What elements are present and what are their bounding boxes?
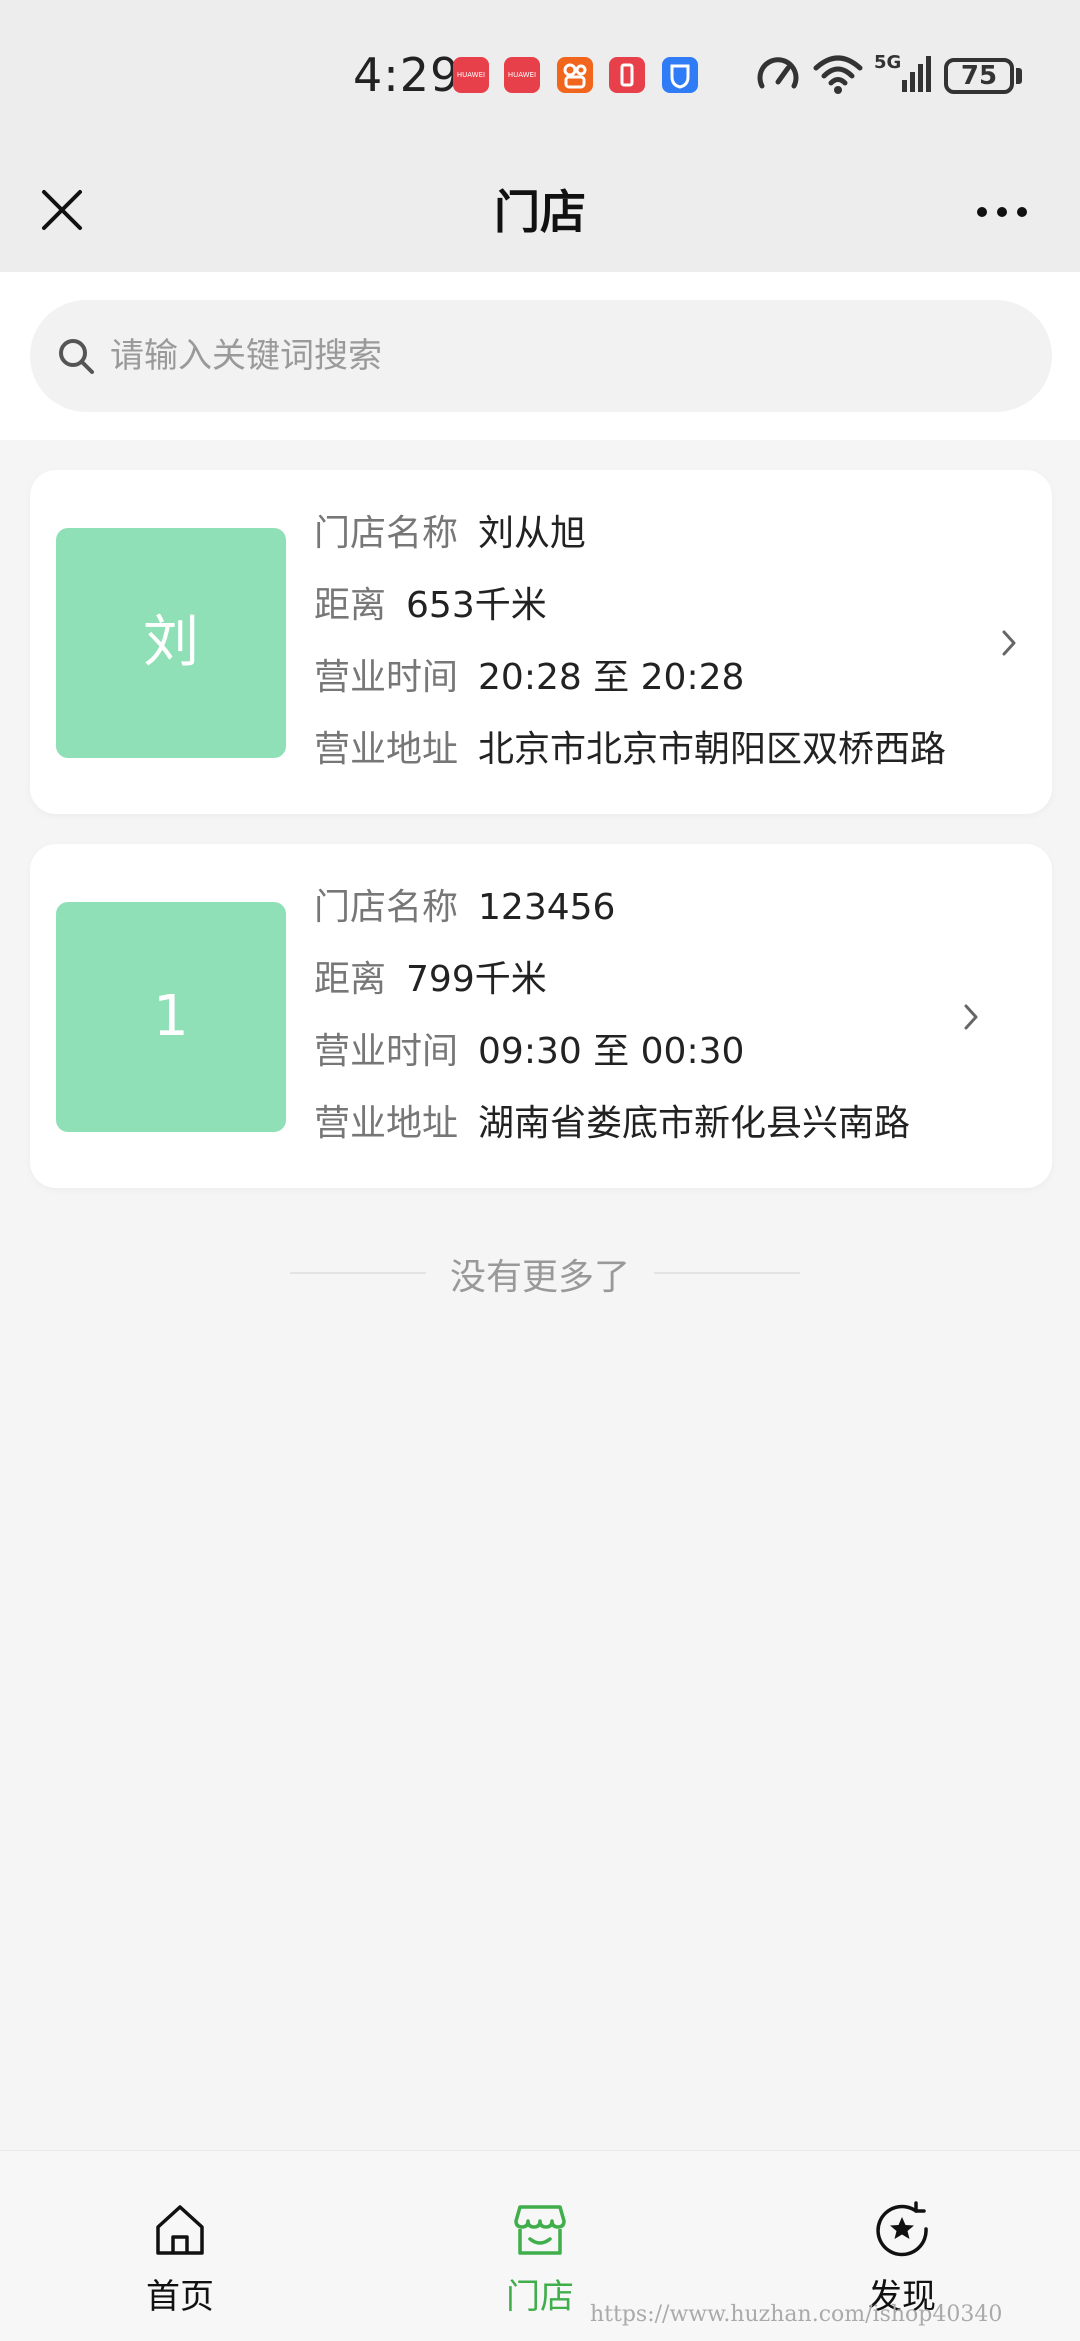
tab-home-label: 首页 — [146, 2277, 214, 2317]
watermark: https://www.huzhan.com/ishop40340 — [590, 2302, 1003, 2327]
store-hours-label: 营业时间 — [314, 657, 459, 698]
store-card[interactable]: 1 门店名称 123456 距离 799千米 营业时间 09:30 至 00:30 营… — [30, 844, 1052, 1188]
store-name-row: 门店名称 123456 — [314, 880, 1014, 952]
store-distance-label: 距离 — [314, 585, 387, 626]
shield-app-icon — [662, 57, 698, 93]
store-hours: 09:30 至 00:30 — [478, 1031, 745, 1072]
store-name: 刘从旭 — [478, 513, 587, 554]
speed-icon — [757, 57, 799, 89]
store-name: 123456 — [478, 887, 616, 928]
no-more-text: 没有更多了 — [449, 1257, 630, 1298]
store-name-label: 门店名称 — [314, 887, 459, 928]
status-bar: 4:29 HUAWEI HUAWEI 5G 75 — [0, 0, 1080, 150]
store-card[interactable]: 刘 门店名称 刘从旭 距离 653千米 营业时间 20:28 至 20:28 营业地址… — [30, 470, 1052, 814]
store-icon — [514, 2205, 566, 2255]
wifi-icon — [813, 55, 863, 94]
signal-icon — [902, 56, 931, 92]
discover-icon — [876, 2201, 928, 2257]
search-input[interactable] — [110, 300, 1010, 412]
store-address-label: 营业地址 — [314, 729, 459, 770]
nav-bar: 门店 — [0, 150, 1080, 272]
huawei-app-icon: HUAWEI — [453, 57, 489, 93]
no-more-divider: 没有更多了 — [0, 1240, 1080, 1300]
search-box[interactable] — [30, 300, 1052, 412]
status-time: 4:29 — [353, 48, 461, 102]
store-hours-row: 营业时间 09:30 至 00:30 — [314, 1024, 1014, 1096]
battery-tip — [1016, 68, 1022, 84]
divider-line-right — [654, 1272, 800, 1274]
chevron-right-icon — [964, 1004, 978, 1030]
more-icon[interactable] — [970, 180, 1034, 244]
page-title: 门店 — [494, 185, 586, 239]
store-address: 北京市北京市朝阳区双桥西路 — [478, 729, 947, 770]
store-distance-row: 距离 653千米 — [314, 578, 1014, 650]
store-info: 门店名称 123456 距离 799千米 营业时间 09:30 至 00:30 营业地… — [314, 880, 1014, 1168]
search-section — [0, 272, 1080, 440]
store-address: 湖南省娄底市新化县兴南路 — [478, 1103, 911, 1144]
battery-app-icon — [609, 57, 645, 93]
home-icon — [156, 2205, 204, 2255]
search-icon — [59, 339, 94, 374]
store-hours-label: 营业时间 — [314, 1031, 459, 1072]
tab-home[interactable]: 首页 — [80, 2151, 280, 2341]
huawei-app-icon-2: HUAWEI — [504, 57, 540, 93]
store-address-row: 营业地址 北京市北京市朝阳区双桥西路 — [314, 722, 1014, 794]
store-hours-row: 营业时间 20:28 至 20:28 — [314, 650, 1014, 722]
store-hours: 20:28 至 20:28 — [478, 657, 745, 698]
battery-indicator: 75 — [944, 58, 1014, 94]
store-name-row: 门店名称 刘从旭 — [314, 506, 1014, 578]
store-distance: 653千米 — [406, 585, 547, 626]
store-distance: 799千米 — [406, 959, 547, 1000]
store-distance-label: 距离 — [314, 959, 387, 1000]
kuaishou-app-icon — [557, 57, 593, 93]
store-distance-row: 距离 799千米 — [314, 952, 1014, 1024]
store-address-label: 营业地址 — [314, 1103, 459, 1144]
store-avatar: 1 — [56, 902, 286, 1132]
store-name-label: 门店名称 — [314, 513, 459, 554]
store-info: 门店名称 刘从旭 距离 653千米 营业时间 20:28 至 20:28 营业地址 北京… — [314, 506, 1014, 794]
store-address-row: 营业地址 湖南省娄底市新化县兴南路 — [314, 1096, 1014, 1168]
chevron-right-icon — [1002, 630, 1016, 656]
store-avatar: 刘 — [56, 528, 286, 758]
